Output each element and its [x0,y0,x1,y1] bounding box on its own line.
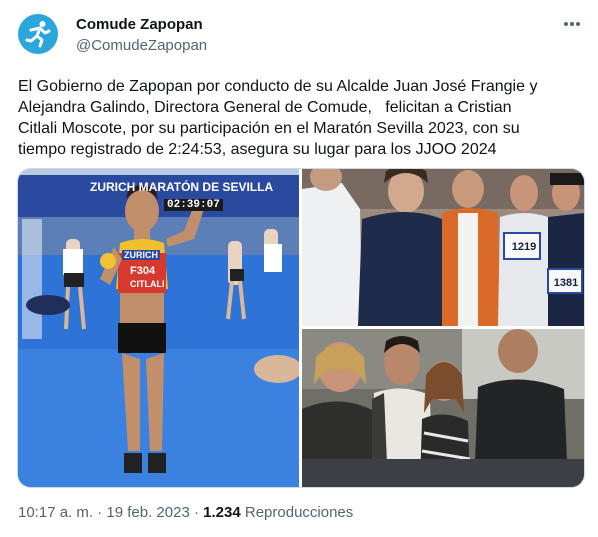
tweet-date[interactable]: 19 feb. 2023 [106,504,189,521]
author-handle[interactable]: @ComudeZapopan [76,37,207,54]
tweet-text: El Gobierno de Zapopan por conducto de s… [18,78,538,158]
media-grid: 1219 1381 ZURICH MARATÓN DE SEVILLA 02:3… [17,168,585,488]
bib-1219: 1219 [511,241,537,253]
race-clock: 02:39:07 [164,199,223,211]
photo-seated-group[interactable] [302,329,584,487]
bib-1381: 1381 [553,277,579,289]
runner-logo-icon [25,21,51,48]
views-label: Reproducciones [240,504,354,521]
author-name[interactable]: Comude Zapopan [76,16,203,33]
banner-text: ZURICH MARATÓN DE SEVILLA [90,180,274,194]
avatar[interactable] [18,14,58,54]
tweet-time[interactable]: 10:17 a. m. [18,504,93,521]
bib-number: F304 [130,265,156,277]
photo-group-officials[interactable]: 1219 1381 [302,169,584,326]
more-options-icon[interactable] [562,14,582,34]
tweet-card: Comude Zapopan @ComudeZapopan El Gobiern… [0,0,598,537]
photo-runner[interactable] [18,169,299,487]
meta-separator: · [93,504,107,521]
bib-brand: ZURICH [122,250,160,260]
meta-separator: · [189,504,204,521]
bib-name: CITLALI [130,279,165,289]
view-count: 1.234 [203,504,241,521]
tweet-meta: 10:17 a. m. · 19 feb. 2023 · 1.234 Repro… [18,504,353,521]
